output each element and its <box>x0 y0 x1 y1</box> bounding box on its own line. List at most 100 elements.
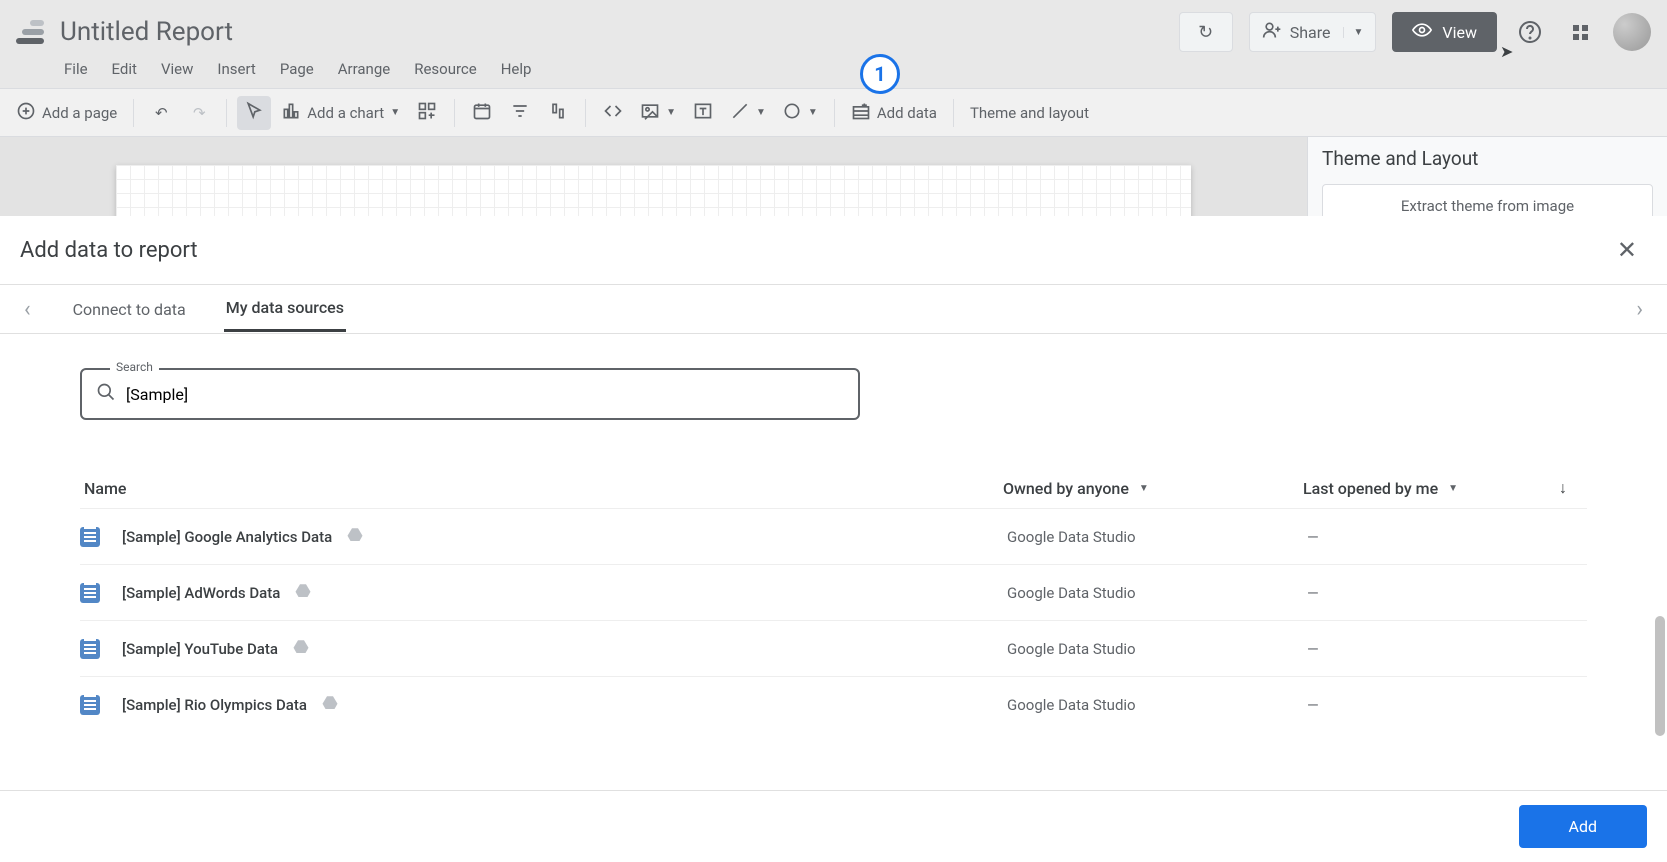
add-data-button[interactable]: Add data <box>845 96 943 130</box>
app-logo-icon <box>16 20 44 44</box>
datasource-icon <box>80 583 100 603</box>
row-owner: Google Data Studio <box>1007 528 1307 546</box>
drive-icon <box>346 526 364 548</box>
chevron-right-icon[interactable]: › <box>1632 297 1647 322</box>
tab-connect[interactable]: Connect to data <box>71 288 188 331</box>
row-owner: Google Data Studio <box>1007 696 1307 714</box>
close-button[interactable]: ✕ <box>1607 232 1647 268</box>
report-title[interactable]: Untitled Report <box>60 17 233 47</box>
line-icon <box>730 101 750 125</box>
search-box[interactable] <box>80 368 860 420</box>
redo-button[interactable]: ↷ <box>182 96 216 130</box>
row-opened: — <box>1307 640 1547 658</box>
data-control-button[interactable] <box>541 96 575 130</box>
row-opened: — <box>1307 584 1547 602</box>
undo-icon: ↶ <box>155 104 168 122</box>
add-page-button[interactable]: Add a page <box>10 96 123 130</box>
callout-badge-1: 1 <box>860 54 900 94</box>
datasource-icon <box>80 639 100 659</box>
datasource-icon <box>80 695 100 715</box>
menu-help[interactable]: Help <box>501 60 532 78</box>
refresh-button[interactable]: ↻ <box>1179 12 1233 52</box>
menu-resource[interactable]: Resource <box>414 60 477 78</box>
undo-button[interactable]: ↶ <box>144 96 178 130</box>
table-row[interactable]: [Sample] Rio Olympics Data Google Data S… <box>80 676 1587 732</box>
community-viz-button[interactable] <box>410 96 444 130</box>
side-panel-title: Theme and Layout <box>1322 147 1653 170</box>
shape-icon <box>782 101 802 125</box>
column-opened[interactable]: Last opened by me▼ <box>1303 479 1543 498</box>
menu-page[interactable]: Page <box>280 60 314 78</box>
share-label: Share <box>1290 23 1331 42</box>
chevron-down-icon: ▼ <box>756 107 766 118</box>
image-button[interactable]: ▼ <box>634 96 682 130</box>
app-header: Untitled Report ↻ Share ▼ View <box>0 0 1667 89</box>
person-add-icon <box>1262 20 1282 44</box>
shape-button[interactable]: ▼ <box>776 96 824 130</box>
add-data-label: Add data <box>877 104 937 122</box>
column-owner[interactable]: Owned by anyone▼ <box>1003 479 1303 498</box>
selection-tool[interactable] <box>237 96 271 130</box>
view-label: View <box>1442 23 1477 42</box>
table-row[interactable]: [Sample] AdWords Data Google Data Studio… <box>80 564 1587 620</box>
table-row[interactable]: [Sample] Google Analytics Data Google Da… <box>80 508 1587 564</box>
row-owner: Google Data Studio <box>1007 584 1307 602</box>
filter-control-button[interactable] <box>503 96 537 130</box>
share-button[interactable]: Share ▼ <box>1249 12 1377 52</box>
blocks-icon <box>417 101 437 125</box>
chevron-down-icon: ▼ <box>390 107 400 118</box>
menu-edit[interactable]: Edit <box>112 60 137 78</box>
text-icon <box>693 101 713 125</box>
table-row[interactable]: [Sample] YouTube Data Google Data Studio… <box>80 620 1587 676</box>
panel-title: Add data to report <box>20 238 198 263</box>
tab-mysources[interactable]: My data sources <box>224 286 346 332</box>
add-page-label: Add a page <box>42 104 117 122</box>
menu-file[interactable]: File <box>64 60 88 78</box>
help-icon[interactable] <box>1513 15 1547 49</box>
close-icon: ✕ <box>1617 236 1637 264</box>
search-icon <box>96 382 116 406</box>
menu-view[interactable]: View <box>161 60 193 78</box>
refresh-icon: ↻ <box>1198 22 1213 43</box>
chevron-down-icon: ▼ <box>1448 483 1458 494</box>
drive-icon <box>292 638 310 660</box>
search-input[interactable] <box>126 385 844 404</box>
panel-footer: Add <box>0 790 1667 862</box>
drive-icon <box>294 582 312 604</box>
data-control-icon <box>548 101 568 125</box>
image-icon <box>640 101 660 125</box>
scrollbar[interactable] <box>1655 616 1665 736</box>
chevron-down-icon: ▼ <box>808 107 818 118</box>
chevron-down-icon[interactable]: ▼ <box>1343 27 1364 38</box>
row-opened: — <box>1307 696 1547 714</box>
menu-arrange[interactable]: Arrange <box>338 60 390 78</box>
sort-direction-icon[interactable]: ↓ <box>1543 478 1583 498</box>
line-button[interactable]: ▼ <box>724 96 772 130</box>
menu-bar: File Edit View Insert Page Arrange Resou… <box>16 56 1651 88</box>
search-label: Search <box>110 360 159 374</box>
row-name: [Sample] AdWords Data <box>122 584 280 602</box>
chevron-down-icon: ▼ <box>666 107 676 118</box>
apps-grid-icon[interactable] <box>1563 15 1597 49</box>
user-avatar[interactable] <box>1613 13 1651 51</box>
code-icon <box>603 101 623 125</box>
view-button[interactable]: View <box>1392 12 1497 52</box>
menu-insert[interactable]: Insert <box>217 60 255 78</box>
redo-icon: ↷ <box>193 104 206 122</box>
text-button[interactable] <box>686 96 720 130</box>
date-range-button[interactable] <box>465 96 499 130</box>
theme-layout-button[interactable]: Theme and layout <box>964 96 1095 130</box>
add-button[interactable]: Add <box>1519 805 1647 848</box>
add-chart-button[interactable]: Add a chart ▼ <box>275 96 406 130</box>
column-name[interactable]: Name <box>84 479 1003 498</box>
panel-body: Search Name Owned by anyone▼ Last opened… <box>0 334 1667 790</box>
url-embed-button[interactable] <box>596 96 630 130</box>
chevron-left-icon[interactable]: ‹ <box>20 297 35 322</box>
row-name: [Sample] Google Analytics Data <box>122 528 332 546</box>
eye-icon <box>1412 20 1432 44</box>
mouse-cursor: ➤ <box>1500 42 1513 61</box>
chart-icon <box>281 101 301 125</box>
table-header: Name Owned by anyone▼ Last opened by me▼… <box>80 468 1587 508</box>
toolbar: Add a page ↶ ↷ Add a chart ▼ ▼ ▼ ▼ Add d… <box>0 89 1667 137</box>
add-data-icon <box>851 101 871 125</box>
